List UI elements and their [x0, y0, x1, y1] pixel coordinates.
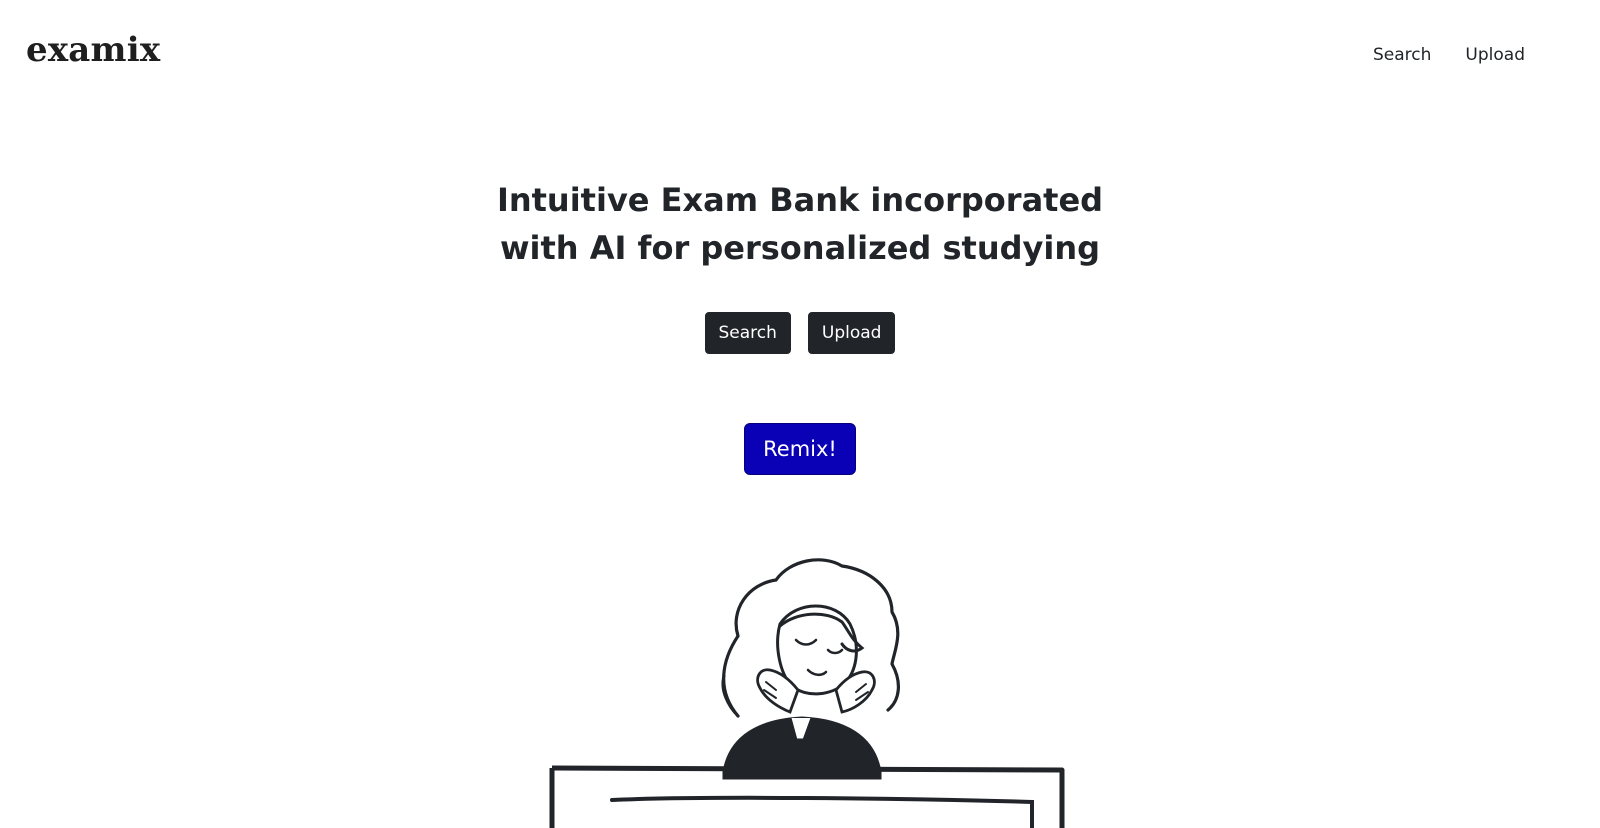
- hero-title-line-1: Intuitive Exam Bank incorporated: [496, 181, 1104, 219]
- top-navbar: examix Search Upload: [0, 0, 1600, 110]
- landing-page: examix Search Upload Intuitive Exam Bank…: [0, 0, 1600, 828]
- brand-logo[interactable]: examix: [26, 28, 160, 72]
- nav-link-search[interactable]: Search: [1356, 42, 1448, 68]
- hero-actions: Search Upload: [0, 312, 1600, 354]
- nav-links: Search Upload: [1356, 42, 1525, 68]
- illustration-svg: [549, 558, 1065, 828]
- hero-title-line-2: with AI for personalized studying: [499, 229, 1101, 267]
- nav-link-upload[interactable]: Upload: [1448, 42, 1525, 68]
- hero-title: Intuitive Exam Bank incorporated with AI…: [0, 176, 1600, 272]
- remix-button[interactable]: Remix!: [744, 423, 856, 475]
- upload-button[interactable]: Upload: [807, 312, 896, 354]
- desk-inner-edge: [610, 795, 1034, 828]
- search-button[interactable]: Search: [704, 312, 791, 354]
- person-at-desk-illustration: [0, 540, 1600, 828]
- remix-row: Remix!: [0, 423, 1600, 475]
